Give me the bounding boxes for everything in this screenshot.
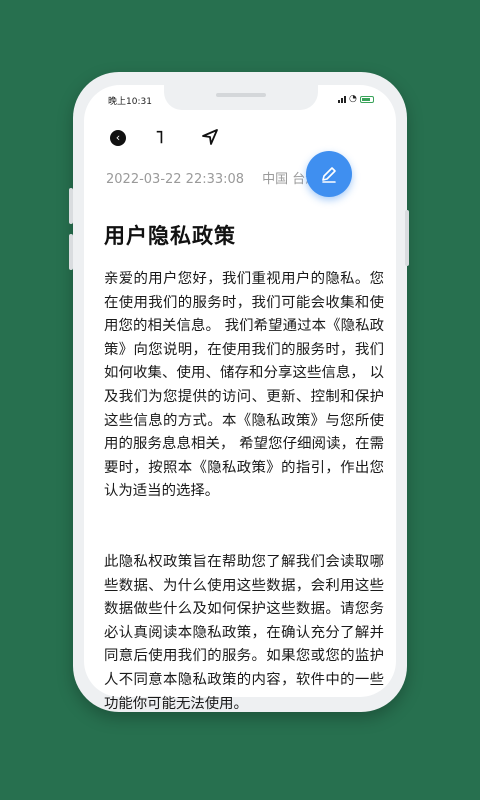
navigation-arrow-icon[interactable]: [200, 127, 220, 147]
phone-speaker: [216, 93, 266, 97]
status-time: 晚上10:31: [108, 97, 152, 107]
battery-icon: [359, 95, 374, 103]
edit-pencil-icon: [322, 167, 336, 183]
edit-button[interactable]: [306, 151, 352, 197]
note-paragraph: 亲爱的用户您好，我们重视用户的隐私。您在使用我们的服务时，我们可能会收集和使用您…: [104, 271, 384, 500]
phone-side-button: [69, 234, 73, 270]
note-datetime: 2022-03-22 22:33:08: [106, 172, 245, 187]
signal-icon: [338, 95, 346, 103]
note-paragraph: 此隐私权政策旨在帮助您了解我们会读取哪些数据、为什么使用这些数据，会利用这些数据…: [104, 553, 384, 712]
note-meta: 2022-03-22 22:33:08 中国 台湾: [106, 168, 316, 187]
wifi-icon: ◔: [349, 94, 357, 104]
phone-side-button: [405, 210, 409, 266]
status-icons: ◔: [338, 94, 374, 104]
note-content: 用户隐私政策 亲爱的用户您好，我们重视用户的隐私。您在使用我们的服务时，我们可能…: [104, 220, 384, 716]
back-button[interactable]: ‹: [110, 130, 126, 146]
note-title: 用户隐私政策: [104, 224, 236, 248]
undo-button[interactable]: ˥: [155, 127, 164, 148]
phone-side-button: [69, 188, 73, 224]
